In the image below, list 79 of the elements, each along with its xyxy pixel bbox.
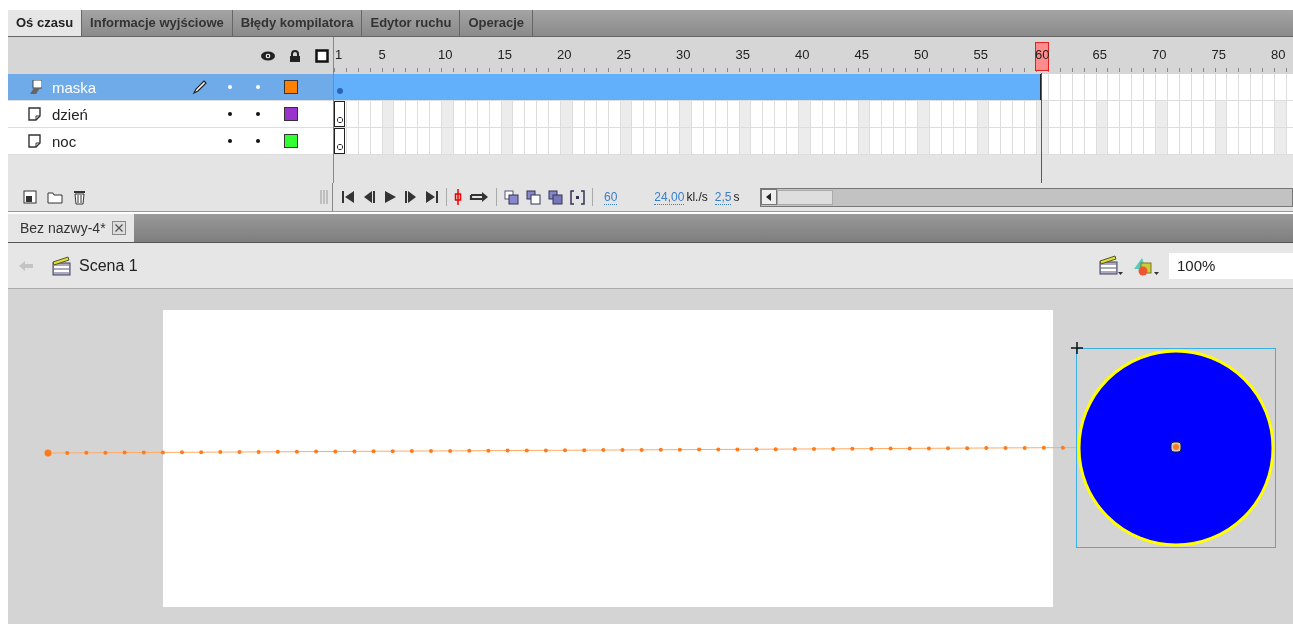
scene-name[interactable]: Scena 1 xyxy=(79,256,138,275)
frame-number: 55 xyxy=(973,47,989,62)
transform-point-icon[interactable] xyxy=(1170,441,1182,453)
step-back-icon[interactable] xyxy=(362,190,376,204)
frame-number: 15 xyxy=(497,47,513,62)
end-keyframe[interactable] xyxy=(1040,74,1043,100)
frame-number: 20 xyxy=(557,47,572,62)
panel-tab[interactable]: Informacje wyjściowe xyxy=(82,10,233,36)
layer-color-swatch[interactable] xyxy=(284,107,298,121)
frame-rate-unit: kl./s xyxy=(686,190,708,204)
lock-dot[interactable] xyxy=(256,139,260,143)
masked-layer-icon xyxy=(28,134,42,148)
panel-tab[interactable]: Oś czasu xyxy=(8,10,83,36)
frame-number: 40 xyxy=(795,47,810,62)
scroll-left-icon[interactable] xyxy=(761,189,778,205)
layer-color-swatch[interactable] xyxy=(284,80,298,94)
visibility-dot[interactable] xyxy=(228,85,232,89)
multiple-frames-icon[interactable] xyxy=(548,189,563,205)
playhead[interactable]: 60 xyxy=(1035,42,1050,71)
layer-name: maska xyxy=(52,78,98,96)
layer-color-swatch[interactable] xyxy=(284,134,298,148)
visibility-dot[interactable] xyxy=(228,139,232,143)
new-layer-icon[interactable] xyxy=(23,190,37,204)
play-icon[interactable] xyxy=(383,190,397,204)
frame-number: 70 xyxy=(1152,47,1167,62)
visibility-dot[interactable] xyxy=(228,112,232,116)
lock-dot[interactable] xyxy=(256,85,260,89)
frame-number: 80 xyxy=(1271,47,1286,62)
horizontal-scrollbar[interactable] xyxy=(760,187,1293,207)
center-frame-icon[interactable] xyxy=(454,189,462,205)
panel-tab[interactable]: Operacje xyxy=(460,10,534,36)
outline-icon[interactable] xyxy=(315,48,329,63)
folder-icon[interactable] xyxy=(47,190,63,204)
eye-icon[interactable] xyxy=(261,50,275,61)
selected-circle-shape[interactable] xyxy=(1076,348,1276,548)
onion-skin-icon[interactable] xyxy=(504,189,519,205)
layer-row[interactable]: maska xyxy=(8,74,333,101)
document-tab[interactable]: Bez nazwy-4* xyxy=(8,214,134,242)
resize-handle-icon[interactable] xyxy=(320,190,328,204)
layer-name: dzień xyxy=(52,105,89,123)
frame-number: 45 xyxy=(854,47,870,62)
layer-name: noc xyxy=(52,132,78,150)
frame-number: 10 xyxy=(438,47,453,62)
elapsed-time-field[interactable]: 2,5 xyxy=(714,189,732,205)
frame-rate-field[interactable]: 24,00 xyxy=(654,189,685,205)
clapperboard-icon[interactable] xyxy=(52,255,71,276)
masked-layer-icon xyxy=(28,107,42,121)
frame-number: 50 xyxy=(914,47,929,62)
lock-icon[interactable] xyxy=(289,49,301,62)
scroll-thumb[interactable] xyxy=(777,189,834,205)
loop-icon[interactable] xyxy=(469,191,489,203)
time-unit: s xyxy=(733,190,740,204)
blank-keyframe[interactable] xyxy=(334,101,345,127)
panel-tab[interactable]: Edytor ruchu xyxy=(362,10,461,36)
onion-outline-icon[interactable] xyxy=(526,189,541,205)
frame-number: 65 xyxy=(1092,47,1108,62)
mask-layer-icon xyxy=(28,80,42,94)
last-frame-icon[interactable] xyxy=(425,190,439,204)
layer-row[interactable]: noc xyxy=(8,128,333,155)
close-icon[interactable] xyxy=(111,221,126,235)
step-forward-icon[interactable] xyxy=(404,190,418,204)
markers-icon[interactable] xyxy=(570,189,585,205)
first-frame-icon[interactable] xyxy=(341,190,355,204)
frame-number: 75 xyxy=(1211,47,1227,62)
frame-number: 25 xyxy=(616,47,632,62)
crosshair-icon xyxy=(1071,342,1083,354)
current-frame-field[interactable]: 60 xyxy=(604,189,618,205)
frame-number: 5 xyxy=(378,47,386,62)
zoom-field[interactable]: 100% xyxy=(1169,252,1293,279)
frame-number: 35 xyxy=(735,47,751,62)
frame-number: 1 xyxy=(335,47,343,62)
blank-keyframe[interactable] xyxy=(334,128,345,154)
trash-icon[interactable] xyxy=(73,189,86,205)
keyframe-dot[interactable] xyxy=(337,88,343,94)
panel-tab[interactable]: Błędy kompilatora xyxy=(232,10,363,36)
frame-number: 30 xyxy=(676,47,691,62)
layer-row[interactable]: dzień xyxy=(8,101,333,128)
edit-scene-icon[interactable] xyxy=(1099,254,1123,277)
lock-dot[interactable] xyxy=(256,112,260,116)
